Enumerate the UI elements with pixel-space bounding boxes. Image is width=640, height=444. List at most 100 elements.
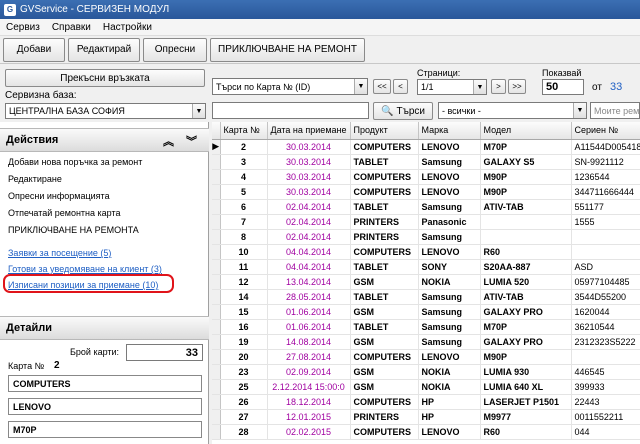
disconnect-button[interactable]: Прекъсни връзката <box>5 69 205 87</box>
edit-button[interactable]: Редактирай <box>68 37 140 62</box>
table-row[interactable]: 27 12.01.2015 PRINTERS HP M9977 0011552211 <box>212 409 640 425</box>
table-row[interactable]: 3 30.03.2014 TABLET Samsung GALAXY S5 SN-9921… <box>212 154 640 170</box>
table-row[interactable]: 14 28.05.2014 TABLET Samsung ATIV-TAB 3544D55… <box>212 289 640 305</box>
row-selector[interactable] <box>212 169 221 185</box>
table-row[interactable]: 26 18.12.2014 COMPUTERS HP LASERJET P1501 224… <box>212 394 640 410</box>
finish-repair-button[interactable]: ПРИКЛЮЧВАНЕ НА РЕМОНТ <box>210 37 365 62</box>
cards-count-value: 33 <box>126 344 203 361</box>
menu-settings[interactable]: Настройки <box>97 22 158 33</box>
table-row[interactable]: 25 2.12.2014 15:00:0 GSM NOKIA LUMIA 640 XL 3… <box>212 379 640 395</box>
row-selector[interactable] <box>212 379 221 395</box>
row-selector[interactable] <box>212 304 221 320</box>
table-row[interactable]: 12 13.04.2014 GSM NOKIA LUMIA 520 05977104485 <box>212 274 640 290</box>
table-cell: 446545 <box>571 364 640 380</box>
table-row[interactable]: 28 02.02.2015 COMPUTERS LENOVO R60 044 <box>212 424 640 440</box>
table-cell: M90P <box>480 169 572 185</box>
chevron-down-icon[interactable]: ︾ <box>186 133 197 149</box>
action-add-order[interactable]: Добави нова поръчка за ремонт <box>8 157 142 167</box>
row-selector[interactable] <box>212 259 221 275</box>
pages-select[interactable]: 1/1 ▼ <box>417 79 487 95</box>
row-selector[interactable] <box>212 349 221 365</box>
column-date[interactable]: Дата на приемане <box>267 122 351 140</box>
chevron-down-icon: ▼ <box>473 80 486 94</box>
add-button[interactable]: Добави <box>3 37 65 62</box>
table-cell: 14 <box>220 289 268 305</box>
column-brand[interactable]: Марка <box>418 122 481 140</box>
row-selector[interactable] <box>212 364 221 380</box>
table-row[interactable]: 6 02.04.2014 TABLET Samsung ATIV-TAB 551177 <box>212 199 640 215</box>
row-selector[interactable] <box>212 274 221 290</box>
first-page-button[interactable]: << <box>373 79 391 94</box>
table-row[interactable]: 10 04.04.2014 COMPUTERS LENOVO R60 <box>212 244 640 260</box>
table-cell: 02.02.2015 <box>267 424 351 440</box>
table-row[interactable]: 7 02.04.2014 PRINTERS Panasonic 1555 <box>212 214 640 230</box>
table-cell: 3 <box>220 154 268 170</box>
menu-service[interactable]: Сервиз <box>0 22 46 33</box>
row-selector[interactable] <box>212 229 221 245</box>
table-cell: 22443 <box>571 394 640 410</box>
link-visit-requests[interactable]: Заявки за посещение (5) <box>8 248 111 258</box>
service-base-select[interactable]: ЦЕНТРАЛНА БАЗА СОФИЯ ▼ <box>5 103 206 119</box>
table-cell: LENOVO <box>418 169 481 185</box>
last-page-button[interactable]: >> <box>508 79 526 94</box>
table-row[interactable]: 5 30.03.2014 COMPUTERS LENOVO M90P 3447116664… <box>212 184 640 200</box>
my-repairs-input[interactable]: Моите рем <box>590 102 640 119</box>
table-row[interactable]: 15 01.06.2014 GSM Samsung GALAXY PRO 1620044 <box>212 304 640 320</box>
row-selector[interactable] <box>212 289 221 305</box>
row-selector[interactable] <box>212 334 221 350</box>
table-cell: Samsung <box>418 334 481 350</box>
table-row[interactable]: 20 27.08.2014 COMPUTERS LENOVO M90P <box>212 349 640 365</box>
of-label: от <box>592 82 602 93</box>
action-finish-repair[interactable]: ПРИКЛЮЧВАНЕ НА РЕМОНТА <box>8 225 139 235</box>
action-edit[interactable]: Редактиране <box>8 174 62 184</box>
column-serial[interactable]: Сериен № <box>571 122 640 140</box>
table-row[interactable]: 8 02.04.2014 PRINTERS Samsung <box>212 229 640 245</box>
prev-page-button[interactable]: < <box>393 79 408 94</box>
table-row[interactable]: 19 14.08.2014 GSM Samsung GALAXY PRO 2312323S… <box>212 334 640 350</box>
column-product[interactable]: Продукт <box>350 122 419 140</box>
table-cell: 044 <box>571 424 640 440</box>
search-input[interactable] <box>212 102 369 119</box>
table-cell: Samsung <box>418 304 481 320</box>
left-panel: Действия ︽ ︾ Добави нова поръчка за ремо… <box>0 122 209 444</box>
column-card-no[interactable]: Карта № <box>220 122 268 140</box>
search-button[interactable]: 🔍 Търси <box>373 102 433 120</box>
table-row[interactable]: ▶ 2 30.03.2014 COMPUTERS LENOVO M70P A11544D00… <box>212 139 640 155</box>
table-row[interactable]: 4 30.03.2014 COMPUTERS LENOVO M90P 1236544 <box>212 169 640 185</box>
menu-reports[interactable]: Справки <box>46 22 97 33</box>
table-cell: LENOVO <box>418 139 481 155</box>
show-count-input[interactable]: 50 <box>542 79 584 95</box>
row-selector[interactable] <box>212 199 221 215</box>
link-ready-notify[interactable]: Готови за уведомяване на клиент (3) <box>8 264 162 274</box>
table-cell: PRINTERS <box>350 214 419 230</box>
table-cell: TABLET <box>350 154 419 170</box>
app-icon: G <box>4 3 16 16</box>
table-cell <box>480 214 572 230</box>
table-row[interactable]: 16 01.06.2014 TABLET Samsung M70P 36210544 <box>212 319 640 335</box>
chevron-down-icon: ▼ <box>192 104 205 118</box>
column-model[interactable]: Модел <box>480 122 572 140</box>
row-selector[interactable] <box>212 244 221 260</box>
row-selector[interactable] <box>212 409 221 425</box>
actions-title: Действия <box>6 134 59 146</box>
table-row[interactable]: 11 04.04.2014 TABLET SONY S20AA-887 ASD <box>212 259 640 275</box>
row-selector[interactable] <box>212 394 221 410</box>
row-selector[interactable] <box>212 319 221 335</box>
row-selector[interactable] <box>212 214 221 230</box>
chevron-down-icon: ▼ <box>354 79 367 94</box>
next-page-button[interactable]: > <box>491 79 506 94</box>
refresh-button[interactable]: Опресни <box>143 37 207 62</box>
row-selector[interactable] <box>212 154 221 170</box>
table-cell: 25 <box>220 379 268 395</box>
action-print-card[interactable]: Отпечатай ремонтна карта <box>8 208 121 218</box>
action-refresh[interactable]: Опресни информацията <box>8 191 110 201</box>
table-cell: 0011552211 <box>571 409 640 425</box>
selected-row-indicator-icon[interactable]: ▶ <box>212 139 221 155</box>
row-selector[interactable] <box>212 184 221 200</box>
table-row[interactable]: 23 02.09.2014 GSM NOKIA LUMIA 930 446545 <box>212 364 640 380</box>
row-selector[interactable] <box>212 424 221 440</box>
chevron-up-icon[interactable]: ︽ <box>163 133 174 149</box>
search-by-select[interactable]: Търси по Карта № (ID) ▼ <box>212 78 368 95</box>
filter-select[interactable]: - всички - ▼ <box>438 102 587 119</box>
table-cell: 12.01.2015 <box>267 409 351 425</box>
